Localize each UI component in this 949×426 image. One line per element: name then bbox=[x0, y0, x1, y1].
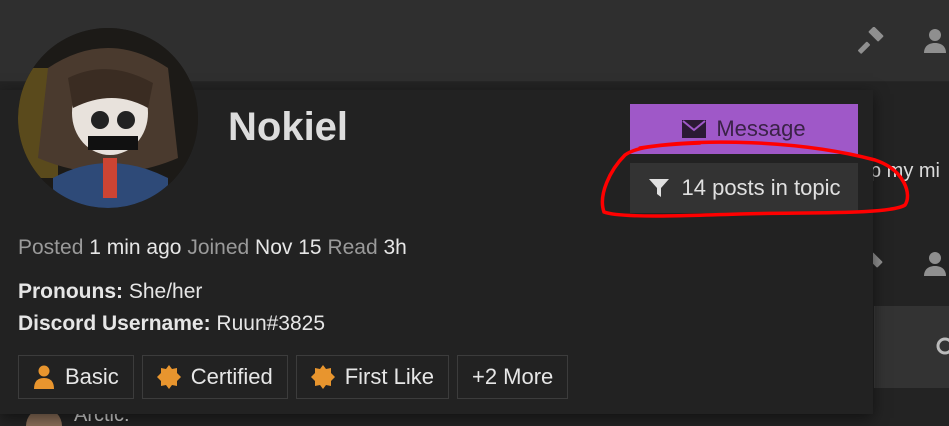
badge-first-like[interactable]: First Like bbox=[295, 355, 449, 399]
field-value: She/her bbox=[128, 280, 203, 303]
read-label: Read bbox=[327, 236, 378, 259]
joined-value: Nov 15 bbox=[255, 236, 322, 259]
message-label: Message bbox=[716, 116, 806, 141]
discord-username-field: Discord Username: Ruun#3825 bbox=[18, 312, 325, 336]
field-label: Pronouns: bbox=[18, 280, 123, 303]
side-panel bbox=[874, 306, 949, 388]
hammer-icon[interactable] bbox=[858, 27, 886, 55]
user-menu-icon[interactable] bbox=[921, 27, 949, 55]
certificate-icon bbox=[156, 365, 181, 389]
badge-certified[interactable]: Certified bbox=[141, 355, 288, 399]
username[interactable]: Nokiel bbox=[228, 105, 348, 150]
user-meta: Posted 1 min ago Joined Nov 15 Read 3h bbox=[18, 236, 407, 260]
post-snippet: p my mi bbox=[870, 160, 940, 182]
joined-label: Joined bbox=[187, 236, 250, 259]
badge-list: Basic Certified First Like +2 More bbox=[18, 355, 569, 399]
read-value: 3h bbox=[383, 236, 407, 259]
message-button[interactable]: Message bbox=[630, 104, 858, 154]
field-value: Ruun#3825 bbox=[216, 312, 326, 335]
avatar[interactable] bbox=[18, 28, 198, 208]
avatar-image bbox=[18, 28, 198, 208]
more-badges-button[interactable]: +2 More bbox=[456, 355, 569, 399]
filter-label: 14 posts in topic bbox=[681, 175, 841, 200]
certificate-icon bbox=[310, 365, 335, 389]
filter-icon bbox=[648, 179, 669, 197]
field-label: Discord Username: bbox=[18, 312, 211, 335]
posted-value[interactable]: 1 min ago bbox=[89, 236, 181, 259]
badge-label: First Like bbox=[344, 364, 434, 389]
badge-label: Basic bbox=[65, 364, 119, 389]
pronouns-field: Pronouns: She/her bbox=[18, 280, 202, 304]
posted-label: Posted bbox=[18, 236, 84, 259]
user-icon[interactable] bbox=[921, 250, 949, 278]
filter-posts-button[interactable]: 14 posts in topic bbox=[630, 163, 858, 213]
badge-basic[interactable]: Basic bbox=[18, 355, 134, 399]
envelope-icon bbox=[682, 120, 707, 138]
badge-label: +2 More bbox=[471, 364, 554, 389]
chevron-icon[interactable] bbox=[935, 336, 949, 356]
badge-label: Certified bbox=[190, 364, 273, 389]
user-icon bbox=[34, 365, 54, 389]
